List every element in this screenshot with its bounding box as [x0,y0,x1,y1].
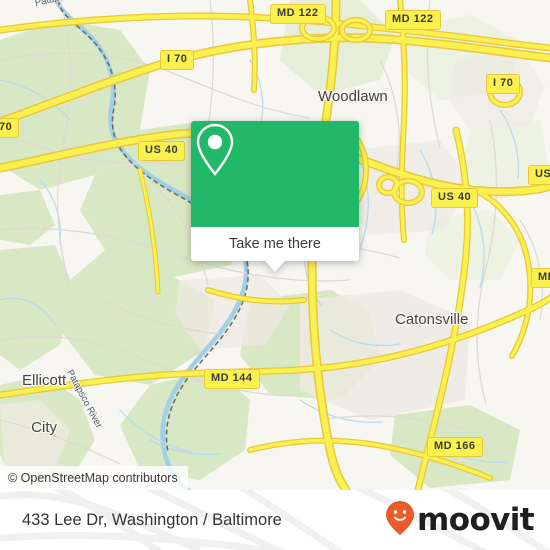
popup-card-pointer [265,261,285,272]
osm-attribution-label: © OpenStreetMap contributors [8,471,178,485]
moovit-smiley-pin-icon [385,500,415,541]
place-label-ellicott-city-line2: City [31,418,58,436]
popup-card-header [191,121,359,227]
road-shield-us-40-left: US 40 [138,141,186,161]
road-shield-i-70-left: I 70 [160,50,195,70]
osm-attribution[interactable]: © OpenStreetMap contributors [0,466,188,490]
footer-address-label: 433 Lee Dr, Washington / Baltimore [22,510,282,529]
moovit-brand: moovit [385,490,535,550]
destination-popup-card[interactable]: Take me there [191,121,359,272]
place-label-catonsville: Catonsville [395,311,469,328]
road-shield-us-40-right: US 40 [431,188,479,208]
road-shield-md-clipped: MD [531,268,550,288]
road-shield-md-122-right: MD 122 [385,10,441,30]
road-shield-us-clipped: US [528,165,550,185]
place-label-ellicott-city-line1: Ellicott [22,371,67,389]
moovit-wordmark: moovit [417,501,535,538]
road-shield-i-70-right: I 70 [486,74,521,94]
road-shield-70-clipped: 70 [0,118,20,138]
place-label-ellicott-city: Ellicott City [22,341,66,467]
footer-address: 433 Lee Dr, Washington / Baltimore [22,490,282,550]
road-shield-md-166: MD 166 [427,437,483,457]
take-me-there-label: Take me there [229,236,321,252]
map-screenshot: Patapsco River Patapsco River Woodlawn C… [0,0,550,550]
road-shield-md-144: MD 144 [204,369,260,389]
map-canvas[interactable]: Patapsco River Patapsco River Woodlawn C… [0,0,550,490]
road-shield-md-122-left: MD 122 [270,4,326,24]
place-label-woodlawn: Woodlawn [318,88,388,105]
take-me-there-button[interactable]: Take me there [191,227,359,261]
footer-bar: 433 Lee Dr, Washington / Baltimore moovi… [0,490,550,550]
